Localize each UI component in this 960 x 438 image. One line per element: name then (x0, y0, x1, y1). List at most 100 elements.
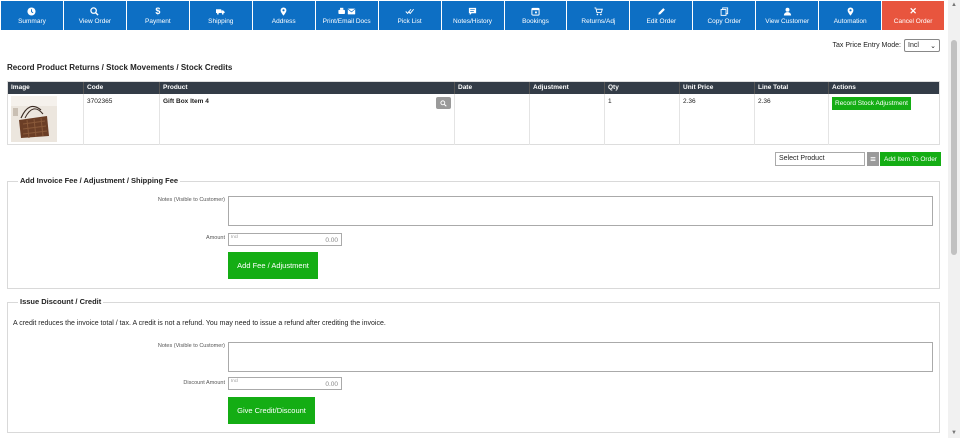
order-toolbar: Summary View Order $ Payment Shipping Ad… (1, 1, 945, 30)
map-marker-icon (279, 6, 288, 17)
col-qty: Qty (605, 82, 680, 94)
discount-amount-input[interactable]: Incl 0.00 (228, 377, 342, 390)
payment-label: Payment (145, 18, 171, 25)
cell-adjustment[interactable] (530, 94, 605, 145)
issue-credit-section: Issue Discount / Credit A credit reduces… (7, 297, 940, 433)
scroll-thumb[interactable] (951, 40, 957, 255)
returns-adj-button[interactable]: Returns/Adj (567, 1, 630, 30)
product-image[interactable] (11, 96, 57, 142)
tax-price-entry-mode: Tax Price Entry Mode: Incl ⌄ (833, 39, 940, 52)
fee-section-legend: Add Invoice Fee / Adjustment / Shipping … (18, 176, 181, 185)
cell-product: Gift Box Item 4 (160, 94, 455, 145)
record-stock-adjustment-button[interactable]: Record Stock Adjustment (832, 97, 911, 110)
scroll-down-arrow-icon[interactable]: ▼ (948, 428, 960, 438)
copy-icon (720, 6, 729, 17)
cell-qty: 1 (605, 94, 680, 145)
close-icon: ✕ (909, 6, 917, 16)
returns-adj-label: Returns/Adj (581, 18, 616, 25)
cell-actions: Record Stock Adjustment (829, 94, 941, 145)
product-lookup-button[interactable] (867, 152, 879, 166)
discount-amount-label: Discount Amount (183, 380, 225, 386)
bookings-label: Bookings (522, 18, 549, 25)
shipping-button[interactable]: Shipping (189, 1, 252, 30)
address-label: Address (271, 18, 296, 25)
copy-order-label: Copy Order (707, 18, 742, 25)
calendar-icon (531, 6, 540, 17)
returns-table: Image Code Product Date Adjustment Qty U… (7, 81, 940, 145)
discount-amount-value: 0.00 (325, 381, 338, 388)
discount-amount-tax-hint: Incl (231, 378, 239, 383)
bookings-button[interactable]: Bookings (504, 1, 567, 30)
shipping-label: Shipping (208, 18, 234, 25)
add-fee-adjustment-button[interactable]: Add Fee / Adjustment (228, 252, 318, 279)
credit-notes-label: Notes (Visible to Customer) (157, 343, 225, 349)
chevron-down-icon: ⌄ (930, 42, 936, 50)
table-row: 3702365 Gift Box Item 4 1 2.36 2.36 Reco… (8, 94, 939, 145)
col-unit-price: Unit Price (680, 82, 755, 94)
checkmark-icon (405, 6, 415, 17)
cell-image (8, 94, 84, 145)
cart-icon (594, 6, 603, 17)
print-envelope-icon (338, 6, 356, 17)
edit-order-button[interactable]: Edit Order (630, 1, 693, 30)
cancel-order-button[interactable]: ✕ Cancel Order (882, 1, 945, 30)
summary-label: Summary (18, 18, 46, 25)
add-item-to-order-button[interactable]: Add Item To Order (880, 152, 941, 166)
fee-amount-input[interactable]: Incl 0.00 (228, 233, 342, 246)
view-order-label: View Order (78, 18, 112, 25)
scroll-up-arrow-icon[interactable]: ▲ (948, 0, 960, 10)
list-icon (870, 157, 876, 161)
print-email-docs-button[interactable]: Print/Email Docs (315, 1, 378, 30)
address-button[interactable]: Address (252, 1, 315, 30)
fee-notes-textarea[interactable] (228, 196, 933, 226)
col-date: Date (455, 82, 530, 94)
invoice-fee-section: Add Invoice Fee / Adjustment / Shipping … (7, 176, 940, 289)
cell-unit-price: 2.36 (680, 94, 755, 145)
automation-button[interactable]: Automation (819, 1, 882, 30)
give-credit-discount-button[interactable]: Give Credit/Discount (228, 397, 315, 424)
col-actions: Actions (832, 84, 856, 91)
vertical-scrollbar[interactable]: ▲ ▼ (948, 0, 960, 438)
user-icon (783, 6, 792, 17)
pencil-icon (657, 6, 666, 17)
add-item-row: Select Product Add Item To Order (775, 152, 941, 166)
search-icon (440, 99, 447, 107)
view-customer-button[interactable]: View Customer (756, 1, 819, 30)
fee-amount-label: Amount (206, 235, 225, 241)
fee-amount-value: 0.00 (325, 237, 338, 244)
search-icon (90, 6, 100, 17)
product-search-button[interactable] (436, 97, 451, 109)
view-order-button[interactable]: View Order (63, 1, 126, 30)
col-adjustment: Adjustment (530, 82, 605, 94)
cell-date[interactable] (455, 94, 530, 145)
payment-button[interactable]: $ Payment (126, 1, 189, 30)
pick-list-label: Pick List (397, 18, 422, 25)
credit-note-text: A credit reduces the invoice total / tax… (13, 320, 386, 327)
print-email-docs-label: Print/Email Docs (322, 18, 371, 25)
credit-section-legend: Issue Discount / Credit (18, 297, 104, 306)
cancel-order-label: Cancel Order (893, 18, 933, 25)
col-line-total: Line Total (755, 82, 829, 94)
edit-order-label: Edit Order (646, 18, 677, 25)
section-title: Record Product Returns / Stock Movements… (7, 63, 233, 72)
summary-button[interactable]: Summary (1, 1, 63, 30)
cell-line-total: 2.36 (755, 94, 829, 145)
fee-notes-label: Notes (Visible to Customer) (157, 197, 225, 203)
notes-history-button[interactable]: Notes/History (441, 1, 504, 30)
credit-notes-textarea[interactable] (228, 342, 933, 372)
view-customer-label: View Customer (765, 18, 810, 25)
select-product-input[interactable]: Select Product (775, 152, 865, 166)
table-header: Image Code Product Date Adjustment Qty U… (8, 82, 939, 94)
pick-list-button[interactable]: Pick List (378, 1, 441, 30)
cell-code: 3702365 (84, 94, 160, 145)
tax-mode-select[interactable]: Incl ⌄ (904, 39, 940, 52)
col-image: Image (8, 82, 84, 94)
dollar-icon: $ (155, 6, 161, 16)
col-code: Code (84, 82, 160, 94)
copy-order-button[interactable]: Copy Order (693, 1, 756, 30)
product-name: Gift Box Item 4 (163, 98, 209, 105)
clock-icon (27, 6, 37, 17)
tax-mode-label: Tax Price Entry Mode: (832, 42, 901, 49)
map-marker-icon (846, 6, 855, 17)
comment-icon (468, 6, 477, 17)
